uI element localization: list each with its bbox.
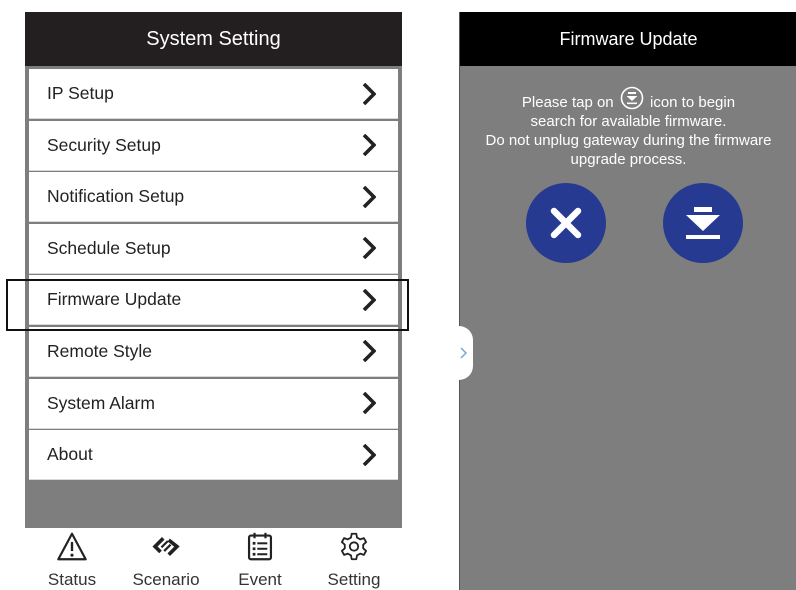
tab-label: Event (238, 570, 282, 589)
chevron-right-icon (362, 392, 376, 415)
menu-item-notification-setup[interactable]: Notification Setup (29, 172, 398, 223)
instruction-text: Please tap on (521, 94, 614, 111)
menu-item-label: Notification Setup (47, 186, 185, 207)
menu-item-system-alarm[interactable]: System Alarm (29, 378, 398, 429)
firmware-update-highlight (6, 279, 409, 331)
chevron-right-icon (362, 340, 376, 363)
settings-menu: IP Setup Security Setup Notification Set… (29, 69, 398, 482)
side-drawer-handle[interactable] (459, 326, 473, 380)
warning-line: Do not unplug gateway during the firmwar… (485, 132, 772, 149)
menu-item-schedule-setup[interactable]: Schedule Setup (29, 223, 398, 274)
download-icon (686, 207, 720, 239)
instruction-text: icon to begin (650, 94, 736, 111)
firmware-instructions: Please tap on icon to begin search for a… (460, 86, 796, 169)
tab-event[interactable]: Event (213, 528, 307, 590)
warning-icon (57, 532, 87, 561)
chevron-right-icon (362, 134, 376, 157)
tab-label: Status (47, 570, 97, 589)
cancel-button[interactable] (526, 183, 606, 263)
chevron-right-icon (362, 82, 376, 105)
tab-scenario[interactable]: Scenario (119, 528, 213, 590)
instruction-line: search for available firmware. (530, 113, 727, 130)
chevron-right-icon (362, 237, 376, 260)
tab-status[interactable]: Status (25, 528, 119, 590)
menu-item-security-setup[interactable]: Security Setup (29, 120, 398, 171)
menu-item-label: Remote Style (47, 340, 153, 361)
instruction-line: Please tap on icon to begin (460, 86, 796, 112)
download-firmware-button[interactable] (663, 183, 743, 263)
close-icon (550, 207, 582, 239)
firmware-update-header: Firmware Update (460, 12, 796, 66)
warning-line: upgrade process. (570, 151, 687, 168)
chevron-right-icon (362, 185, 376, 208)
menu-item-remote-style[interactable]: Remote Style (29, 326, 398, 377)
menu-item-label: About (47, 444, 93, 465)
tab-setting[interactable]: Setting (307, 528, 401, 590)
menu-item-label: Schedule Setup (47, 237, 171, 258)
calendar-icon (247, 532, 273, 561)
page-title: System Setting (146, 27, 281, 50)
menu-item-ip-setup[interactable]: IP Setup (29, 69, 398, 119)
scenario-icon (152, 537, 180, 556)
page-title: Firmware Update (559, 28, 698, 49)
menu-item-about[interactable]: About (29, 430, 398, 481)
gear-icon (340, 532, 368, 561)
menu-item-label: Security Setup (47, 134, 161, 155)
firmware-update-panel: Firmware Update Please tap on icon to be… (459, 12, 796, 590)
chevron-right-icon (460, 347, 468, 359)
system-setting-header: System Setting (25, 12, 402, 66)
tab-label: Scenario (132, 570, 200, 589)
bottom-tab-bar: Status Scenario Event Setting (25, 528, 402, 590)
chevron-right-icon (362, 443, 376, 466)
menu-item-label: IP Setup (47, 83, 114, 103)
download-icon (620, 86, 644, 110)
tab-label: Setting (327, 570, 381, 589)
menu-item-label: System Alarm (47, 392, 155, 413)
